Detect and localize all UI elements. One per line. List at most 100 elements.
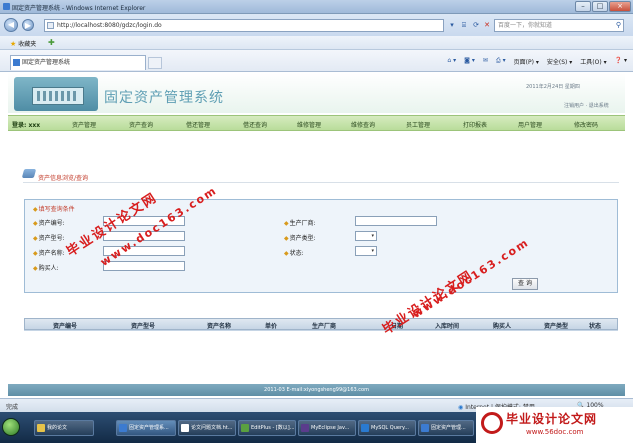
menu-page[interactable]: 页面(P) ▾: [514, 57, 539, 66]
nav-item-print-report[interactable]: 打印报表: [463, 120, 487, 129]
taskbar-item[interactable]: 固定资产管理系...: [116, 420, 176, 436]
tab-title: 固定资产管理系统: [22, 59, 71, 66]
col-manufacturer: 生产厂商: [312, 323, 337, 330]
ie-icon: [421, 424, 429, 432]
compat-view-icon[interactable]: ⌸: [458, 19, 470, 32]
minimize-icon[interactable]: –: [575, 1, 591, 12]
feeds-icon[interactable]: ◙ ▾: [464, 57, 475, 66]
label-asset-type-text: 资产类型:: [289, 235, 316, 242]
search-input[interactable]: 百度一下，你就知道 ⚲: [494, 19, 624, 32]
nav-item-borrow-manage[interactable]: 借还管理: [186, 120, 210, 129]
back-icon[interactable]: ◀: [4, 18, 18, 32]
address-input[interactable]: http://localhost:8080/gdzc/login.do: [44, 19, 444, 32]
col-status: 状态: [589, 323, 602, 330]
taskbar-item[interactable]: MyEclipse Jav...: [298, 420, 356, 436]
building-logo: [14, 77, 98, 111]
web-page: 固定资产管理系统 2011年2月24日 星期四 注销用户 · 退出系统 登录: …: [8, 73, 625, 396]
taskbar-label: 固定资产管理...: [431, 425, 466, 431]
add-favorite-icon[interactable]: ✚: [48, 38, 55, 47]
user-links[interactable]: 注销用户 · 退出系统: [564, 102, 609, 109]
status-text: 完成: [6, 404, 19, 411]
label-buyer: ◆购买人:: [33, 263, 59, 272]
favorites-button[interactable]: ★ 收藏夹: [10, 39, 36, 48]
table-bottom-line: [24, 330, 618, 331]
eclipse-icon: [301, 424, 309, 432]
corner-logo-cn: 毕业设计论文网: [506, 412, 598, 426]
mail-icon[interactable]: ✉: [483, 57, 488, 66]
print-icon[interactable]: ⎙ ▾: [496, 57, 506, 66]
bullet-icon: ◆: [33, 220, 38, 227]
query-legend: ◆填写查询条件: [33, 204, 75, 213]
address-url: http://localhost:8080/gdzc/login.do: [57, 22, 162, 29]
building-icon: [32, 87, 84, 105]
label-manufacturer: ◆生产厂商:: [284, 218, 316, 227]
start-button[interactable]: [2, 418, 20, 436]
taskbar-label: EditPlus - [数以]...: [251, 425, 295, 431]
nav-item-change-password[interactable]: 修改密码: [574, 120, 598, 129]
forward-icon[interactable]: ▶: [22, 19, 34, 31]
ie-icon: [119, 424, 127, 432]
results-table-header: 资产编号 资产型号 资产名称 单价 生产厂商 日期 入库时间 购买人 资产类型 …: [24, 318, 618, 330]
nav-item-repair-manage[interactable]: 维修管理: [297, 120, 321, 129]
address-bar-row: ◀ ▶ http://localhost:8080/gdzc/login.do …: [0, 14, 633, 36]
tab-bar: 固定资产管理系统 ⌂ ▾ ◙ ▾ ✉ ⎙ ▾ 页面(P) ▾ 安全(S) ▾ 工…: [0, 50, 633, 72]
status-select[interactable]: ▾: [355, 246, 377, 256]
nav-item-repair-query[interactable]: 维修查询: [351, 120, 375, 129]
globe-icon: ◉: [458, 404, 464, 411]
nav-item-asset-query[interactable]: 资产查询: [129, 120, 153, 129]
asset-model-input[interactable]: [103, 231, 185, 241]
page-icon: [47, 22, 54, 29]
nav-item-asset-manage[interactable]: 资产管理: [72, 120, 96, 129]
current-date: 2011年2月24日 星期四: [526, 84, 580, 90]
buyer-input[interactable]: [103, 261, 185, 271]
tab-page-icon: [13, 59, 20, 66]
menu-safety[interactable]: 安全(S) ▾: [547, 57, 572, 66]
taskbar-item[interactable]: 固定资产管理...: [418, 420, 474, 436]
breadcrumb-icon: [21, 169, 37, 178]
window-title: 固定资产管理系统 - Windows Internet Explorer: [12, 5, 146, 12]
nav-user: 登录: xxx: [12, 122, 41, 129]
asset-no-input[interactable]: [103, 216, 185, 226]
bullet-icon: ◆: [33, 265, 38, 272]
nav-item-user-manage[interactable]: 用户管理: [518, 120, 542, 129]
nav-item-staff-manage[interactable]: 员工管理: [406, 120, 430, 129]
new-tab-button[interactable]: [148, 57, 162, 69]
col-asset-model: 资产型号: [131, 323, 156, 330]
bullet-icon: ◆: [284, 250, 289, 257]
manufacturer-input[interactable]: [355, 216, 437, 226]
asset-name-input[interactable]: [103, 246, 185, 256]
col-stock-in-time: 入库时间: [435, 323, 460, 330]
window-buttons: – □ ×: [575, 1, 631, 12]
home-icon[interactable]: ⌂ ▾: [447, 57, 456, 66]
stop-icon[interactable]: ✕: [481, 19, 493, 32]
label-asset-model: ◆资产型号:: [33, 233, 65, 242]
close-icon[interactable]: ×: [609, 1, 631, 12]
maximize-icon[interactable]: □: [592, 1, 608, 12]
nav-item-borrow-query[interactable]: 借还查询: [243, 120, 267, 129]
label-asset-name-text: 资产名称:: [38, 250, 65, 257]
tab-current[interactable]: 固定资产管理系统: [10, 55, 146, 70]
taskbar-item[interactable]: 我的论文: [34, 420, 94, 436]
search-button[interactable]: 查 询: [512, 278, 538, 290]
taskbar-item[interactable]: MySQL Query...: [358, 420, 416, 436]
folder-icon: [37, 424, 45, 432]
mysql-icon: [361, 424, 369, 432]
dropdown-icon[interactable]: ▾: [446, 19, 458, 32]
favorites-bar: ★ 收藏夹 ✚: [0, 36, 633, 50]
menu-tools[interactable]: 工具(O) ▾: [580, 57, 606, 66]
taskbar-item[interactable]: EditPlus - [数以]...: [238, 420, 296, 436]
favorites-label: 收藏夹: [18, 41, 37, 48]
ie-icon: [3, 3, 10, 10]
doc-icon: [181, 424, 189, 432]
search-icon[interactable]: ⚲: [616, 20, 621, 31]
menu-help[interactable]: ❓ ▾: [615, 57, 627, 66]
site-header: 固定资产管理系统 2011年2月24日 星期四 注销用户 · 退出系统: [8, 73, 625, 113]
label-asset-model-text: 资产型号:: [38, 235, 65, 242]
label-buyer-text: 购买人:: [38, 265, 59, 272]
asset-type-select[interactable]: ▾: [355, 231, 377, 241]
col-asset-type: 资产类型: [544, 323, 569, 330]
taskbar-item[interactable]: 论文问题文档.ht...: [178, 420, 236, 436]
breadcrumb: 资产信息浏览/查询: [38, 175, 89, 182]
bullet-icon: ◆: [33, 235, 38, 242]
bullet-icon: ◆: [284, 235, 289, 242]
